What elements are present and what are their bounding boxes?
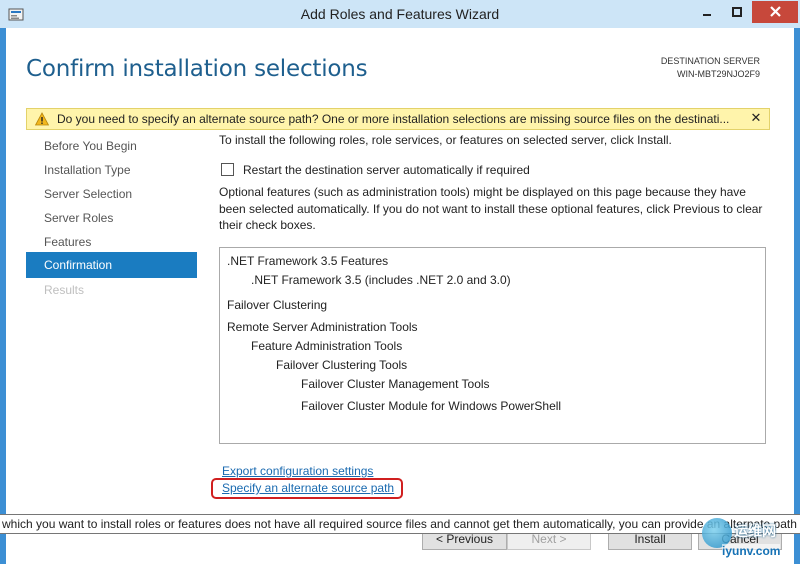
destination-server-label: DESTINATION SERVER [660, 56, 760, 66]
close-icon [769, 6, 781, 17]
red-highlight-box [211, 478, 403, 499]
warning-bar: Do you need to specify an alternate sour… [26, 108, 770, 130]
nav-item-server-selection[interactable]: Server Selection [44, 183, 132, 205]
nav-item-before-you-begin[interactable]: Before You Begin [44, 135, 137, 157]
list-item: Failover Clustering Tools [276, 358, 408, 372]
nav-item-server-roles[interactable]: Server Roles [44, 207, 113, 229]
list-item: .NET Framework 3.5 (includes .NET 2.0 an… [251, 273, 511, 287]
watermark-url: iyunv.com [722, 544, 781, 558]
maximize-icon [732, 7, 742, 17]
warning-icon [34, 112, 50, 126]
close-window-button[interactable] [752, 1, 798, 23]
nav-item-confirmation[interactable]: Confirmation [44, 252, 112, 278]
list-item: Feature Administration Tools [251, 339, 403, 353]
minimize-button[interactable] [692, 1, 722, 23]
watermark-text: 运维网 [734, 523, 776, 539]
window-title: Add Roles and Features Wizard [300, 6, 500, 22]
restart-checkbox-label[interactable]: Restart the destination server automatic… [243, 163, 530, 177]
nav-item-features[interactable]: Features [44, 231, 91, 253]
destination-server-name: WIN-MBT29NJO2F9 [676, 69, 760, 79]
optional-features-note: Optional features (such as administratio… [219, 185, 763, 232]
nav-item-results: Results [44, 283, 85, 297]
tooltip: which you want to install roles or featu… [0, 514, 800, 534]
maximize-button[interactable] [722, 1, 752, 23]
nav-item-installation-type[interactable]: Installation Type [44, 159, 131, 181]
list-item: Failover Clustering [227, 298, 328, 312]
warning-text: Do you need to specify an alternate sour… [57, 112, 730, 126]
minimize-icon [703, 14, 711, 16]
list-item: Failover Cluster Management Tools [301, 377, 490, 391]
page-title: Confirm installation selections [26, 56, 368, 82]
restart-checkbox[interactable] [221, 163, 234, 176]
list-item: Failover Cluster Module for Windows Powe… [301, 399, 562, 413]
list-item: Remote Server Administration Tools [227, 320, 418, 334]
warning-close-button[interactable]: ✕ [749, 111, 763, 125]
export-configuration-link[interactable]: Export configuration settings [222, 464, 373, 478]
list-item: .NET Framework 3.5 Features [227, 254, 389, 268]
instruction-text: To install the following roles, role ser… [219, 133, 672, 147]
tooltip-text: which you want to install roles or featu… [2, 517, 797, 531]
